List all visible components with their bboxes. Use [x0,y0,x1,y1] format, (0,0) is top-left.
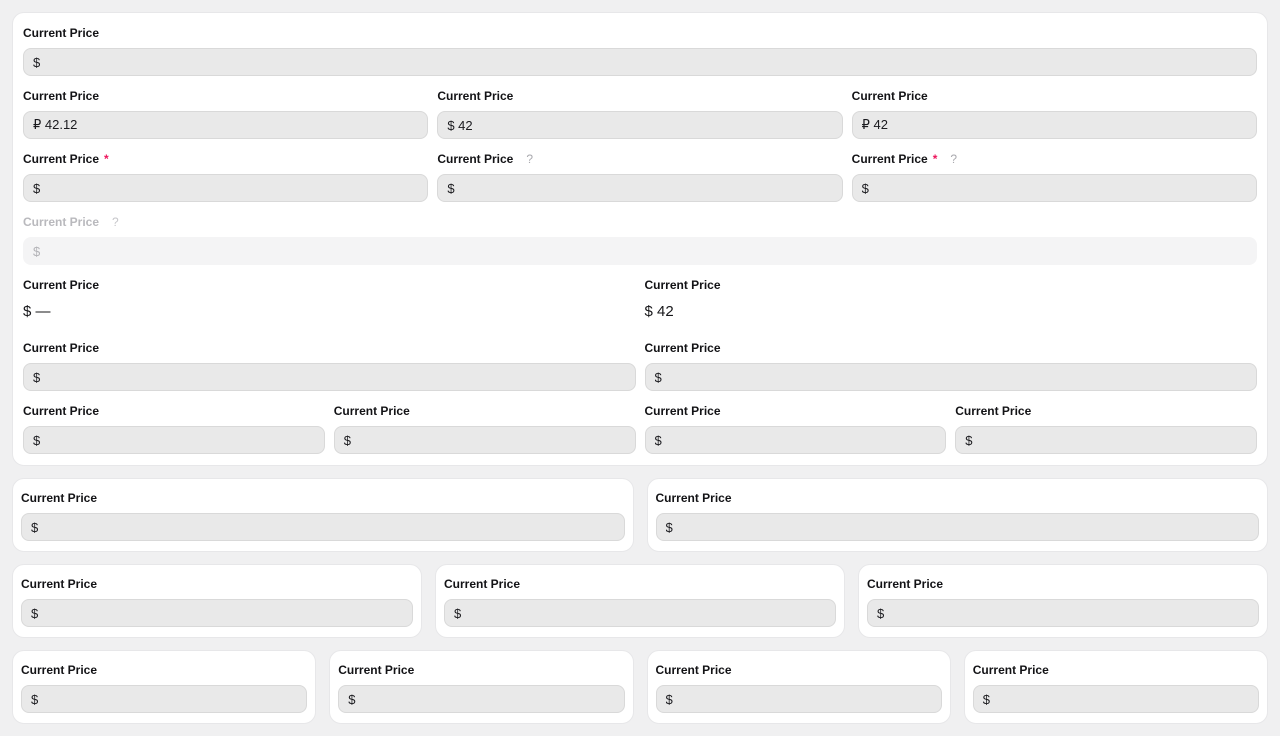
field: Current Price [852,84,1257,139]
price-input[interactable] [955,426,1257,454]
field-card: Current Price [12,650,316,724]
field-label-text: Current Price [23,152,99,166]
price-input[interactable] [867,599,1259,627]
field-label-text: Current Price [23,215,99,229]
field-label: Current Price [437,89,842,103]
price-input[interactable] [21,513,625,541]
field-row: Current Price Current Price Current Pric… [23,399,1257,454]
field-label: Current Price [867,577,1259,591]
required-asterisk-icon: * [104,152,109,166]
price-input[interactable] [21,685,307,713]
price-input[interactable] [973,685,1259,713]
price-input[interactable] [645,426,947,454]
field: Current Price [955,399,1257,454]
field-label: Current Price [23,26,1257,40]
field-label: Current Price ? [437,152,842,166]
readonly-price-value: $ 42 [645,300,1258,324]
field-row: Current Price Current Price Current Pric… [23,84,1257,139]
field-label: Current Price [973,663,1259,677]
field: Current Price [437,84,842,139]
field-label-text: Current Price [437,152,513,166]
field-label: Current Price [852,89,1257,103]
price-input[interactable] [334,426,636,454]
field: Current Price [645,399,947,454]
card-row-two: Current Price Current Price [12,478,1268,552]
field: Current Price [334,399,636,454]
field: Current Price [645,336,1258,391]
field-label: Current Price [444,577,836,591]
price-input[interactable] [23,48,1257,76]
field-row: Current Price Current Price [23,336,1257,391]
field-label: Current Price * [23,152,428,166]
field: Current Price [23,336,636,391]
field-card: Current Price [12,478,634,552]
price-input[interactable] [23,426,325,454]
field-label: Current Price ? [23,215,1257,229]
field-label: Current Price [23,278,636,292]
field: Current Price ? [437,147,842,202]
field-label: Current Price [955,404,1257,418]
field-label: Current Price [23,341,636,355]
price-fields-demo-page: Current Price Current Price Current Pric… [0,0,1280,736]
price-input[interactable] [656,513,1260,541]
field-readonly: Current Price $ — [23,273,636,324]
price-input[interactable] [338,685,624,713]
help-icon[interactable]: ? [526,152,533,166]
field: Current Price * [23,147,428,202]
price-input[interactable] [852,111,1257,139]
field-label: Current Price [23,89,428,103]
field-card: Current Price [329,650,633,724]
field-label: Current Price [645,341,1258,355]
field: Current Price [23,399,325,454]
field-label: Current Price [338,663,624,677]
required-asterisk-icon: * [933,152,938,166]
price-input[interactable] [444,599,836,627]
field-card: Current Price [964,650,1268,724]
price-input[interactable] [23,363,636,391]
field-label: Current Price [334,404,636,418]
field: Current Price * ? [852,147,1257,202]
field-label: Current Price [21,577,413,591]
field-label: Current Price [21,491,625,505]
field-label: Current Price [656,491,1260,505]
price-input[interactable] [23,174,428,202]
price-input[interactable] [437,174,842,202]
readonly-price-value: $ — [23,300,636,324]
field-card: Current Price [647,650,951,724]
field-label: Current Price [645,404,947,418]
field-label: Current Price [656,663,942,677]
field-card: Current Price [435,564,845,638]
price-input[interactable] [437,111,842,139]
field: Current Price [23,84,428,139]
price-input[interactable] [852,174,1257,202]
help-icon[interactable]: ? [950,152,957,166]
price-input[interactable] [23,111,428,139]
main-panel: Current Price Current Price Current Pric… [12,12,1268,466]
field-label: Current Price [21,663,307,677]
field-card: Current Price [858,564,1268,638]
card-row-three: Current Price Current Price Current Pric… [12,564,1268,638]
field-readonly: Current Price $ 42 [645,273,1258,324]
price-input[interactable] [21,599,413,627]
field-row: Current Price * Current Price ? Current … [23,147,1257,202]
field-disabled: Current Price ? [23,210,1257,265]
price-input-disabled [23,237,1257,265]
field: Current Price [23,21,1257,76]
field-row: Current Price ? [23,210,1257,265]
field-card: Current Price [647,478,1269,552]
field-label-text: Current Price [852,152,928,166]
price-input[interactable] [656,685,942,713]
field-row: Current Price [23,21,1257,76]
field-row-readonly: Current Price $ — Current Price $ 42 [23,273,1257,324]
help-icon: ? [112,215,119,229]
field-label: Current Price * ? [852,152,1257,166]
field-card: Current Price [12,564,422,638]
card-row-four: Current Price Current Price Current Pric… [12,650,1268,724]
price-input[interactable] [645,363,1258,391]
field-label: Current Price [645,278,1258,292]
field-label: Current Price [23,404,325,418]
